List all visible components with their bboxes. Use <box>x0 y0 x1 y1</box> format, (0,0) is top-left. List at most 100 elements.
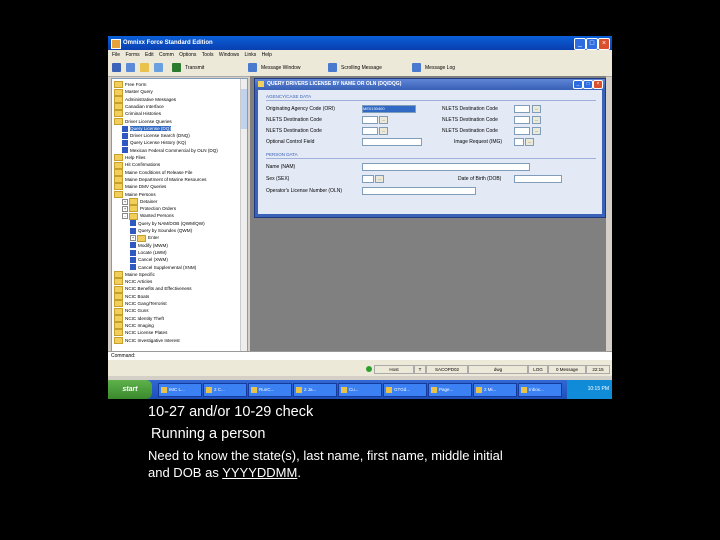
nlets-dest-dropdown-1[interactable]: … <box>379 116 388 124</box>
taskbar-task[interactable]: 2 Ja... <box>293 383 337 397</box>
command-input[interactable] <box>140 353 606 360</box>
menu-file[interactable]: File <box>112 50 120 60</box>
tree-item[interactable]: Query License History (KQ) <box>122 139 186 147</box>
tree-item[interactable]: Hit Confirmations <box>114 161 160 169</box>
nlets-dest-input-1[interactable] <box>362 116 378 124</box>
tree-item[interactable]: Mexican Federal Commercial by OLN (DQ) <box>122 147 218 154</box>
img-input[interactable] <box>514 138 524 146</box>
scrollbar-thumb[interactable] <box>241 89 247 129</box>
transmit-icon[interactable] <box>172 63 181 72</box>
tree-item[interactable]: Cancel Supplemental (XNM) <box>130 264 196 271</box>
tree-item[interactable]: + Detainer <box>122 198 157 206</box>
taskbar-task[interactable]: 2 C... <box>203 383 247 397</box>
tools-icon[interactable] <box>112 63 121 72</box>
nlets-dest-input-5[interactable] <box>514 127 530 135</box>
tree-scrollbar[interactable] <box>240 79 247 352</box>
taskbar-task[interactable]: 2 Mi... <box>473 383 517 397</box>
tree-item-label: NCIC License Plates <box>125 330 168 336</box>
scrolling-message-button[interactable]: Scrolling Message <box>341 65 382 71</box>
nlets-dest-dropdown-2[interactable]: … <box>379 127 388 135</box>
menu-options[interactable]: Options <box>179 50 196 60</box>
menu-comm[interactable]: Comm <box>159 50 174 60</box>
nlets-dest-input-2[interactable] <box>362 127 378 135</box>
transmit-button[interactable]: Transmit <box>185 65 204 71</box>
tree-item[interactable]: Free Form <box>114 81 146 89</box>
tree-item[interactable]: Maine Department of Marine Resources <box>114 176 206 184</box>
nlets-dest-input-4[interactable] <box>514 116 530 124</box>
tree-item[interactable]: Driver License Queries <box>114 117 172 125</box>
tree-item[interactable]: Criminal Histories <box>114 110 161 118</box>
tree-item[interactable]: NCIC Articles <box>114 278 152 286</box>
tree-item[interactable]: Maine DMV Queries <box>114 183 166 191</box>
dob-input[interactable] <box>514 175 562 183</box>
message-log-button[interactable]: Message Log <box>425 65 455 71</box>
tree-item[interactable]: NCIC Guns <box>114 307 149 315</box>
tree-item[interactable]: Administrative Messages <box>114 95 176 103</box>
menu-tools[interactable]: Tools <box>202 50 214 60</box>
print-icon[interactable] <box>154 63 163 72</box>
tree-item[interactable]: NCIC Imaging <box>114 322 154 330</box>
collapse-icon[interactable]: - <box>122 213 128 220</box>
tree-item[interactable]: Modify (MWM) <box>130 242 168 249</box>
tree-item[interactable]: Cancel (XWM) <box>130 256 168 263</box>
tree-item[interactable]: Query by NAM/DOB (QWM/QW) <box>130 220 205 227</box>
expand-icon[interactable]: + <box>130 235 136 242</box>
dialog-maximize-button[interactable]: □ <box>583 80 593 89</box>
tree-item[interactable]: Master Query <box>114 88 153 96</box>
tree-item[interactable]: Query by Soundex (QWM) <box>130 227 192 234</box>
tree-item[interactable]: Maine Persons <box>114 190 156 198</box>
taskbar-task[interactable]: GTGd... <box>383 383 427 397</box>
tree-item[interactable]: Query License (DQ) <box>122 125 171 132</box>
dialog-minimize-button[interactable]: _ <box>573 80 583 89</box>
tree-item[interactable]: Locate (LWM) <box>130 249 167 256</box>
tree-item[interactable]: Help Files <box>114 154 145 162</box>
dialog-close-button[interactable]: × <box>593 80 603 89</box>
expand-icon[interactable]: + <box>122 205 128 212</box>
tree-item[interactable]: NCIC Gang/Terrorist <box>114 300 167 308</box>
menu-links[interactable]: Links <box>245 50 257 60</box>
taskbar-task[interactable]: Inbox... <box>518 383 562 397</box>
message-window-button[interactable]: Message Window <box>261 65 300 71</box>
tree-item[interactable]: NCIC Benefits and Effectiveness <box>114 285 192 293</box>
menu-help[interactable]: Help <box>262 50 272 60</box>
sex-dropdown[interactable]: … <box>375 175 384 183</box>
tree-item[interactable]: Driver License Search (DNQ) <box>122 132 190 139</box>
scrolling-message-icon[interactable] <box>328 63 337 72</box>
nlets-dest-dropdown-4[interactable]: … <box>532 116 541 124</box>
message-window-icon[interactable] <box>248 63 257 72</box>
nlets-dest-input-3[interactable] <box>514 105 530 113</box>
tree-item[interactable]: + Enter <box>130 234 159 242</box>
tree-item[interactable]: Canadian Interface <box>114 103 164 111</box>
tree-item[interactable]: NCIC Boats <box>114 292 149 300</box>
ocf-input[interactable] <box>362 138 422 146</box>
taskbar-task[interactable]: Cu... <box>338 383 382 397</box>
img-dropdown[interactable]: … <box>525 138 534 146</box>
tree-item[interactable]: - Wanted Persons <box>122 212 174 220</box>
sex-input[interactable] <box>362 175 374 183</box>
taskbar-task[interactable]: Page... <box>428 383 472 397</box>
oln-input[interactable] <box>362 187 476 195</box>
tree-item[interactable]: NCIC Identity Theft <box>114 314 164 322</box>
menu-forms[interactable]: Forms <box>125 50 139 60</box>
nlets-dest-dropdown-5[interactable]: … <box>532 127 541 135</box>
taskbar-task[interactable]: IMC L... <box>158 383 202 397</box>
name-input[interactable] <box>362 163 530 171</box>
menu-windows[interactable]: Windows <box>219 50 239 60</box>
taskbar-task[interactable]: RunC... <box>248 383 292 397</box>
tree-item[interactable]: Maine Specific <box>114 271 155 279</box>
tree-item[interactable]: NCIC Investigative Interest <box>114 336 180 344</box>
menu-edit[interactable]: Edit <box>145 50 154 60</box>
paste-icon[interactable] <box>140 63 149 72</box>
tree-item[interactable]: + Protection Orders <box>122 205 176 213</box>
ori-input[interactable]: ME0130400 <box>362 105 416 113</box>
expand-icon[interactable]: + <box>122 198 128 205</box>
maximize-button[interactable]: □ <box>586 38 598 50</box>
close-button[interactable]: × <box>598 38 610 50</box>
start-button[interactable]: start <box>108 380 152 399</box>
copy-icon[interactable] <box>126 63 135 72</box>
tree-item[interactable]: Maine Conditions of Release File <box>114 168 192 176</box>
nlets-dest-dropdown-3[interactable]: … <box>532 105 541 113</box>
minimize-button[interactable]: _ <box>574 38 586 50</box>
message-log-icon[interactable] <box>412 63 421 72</box>
tree-item[interactable]: NCIC License Plates <box>114 329 168 337</box>
